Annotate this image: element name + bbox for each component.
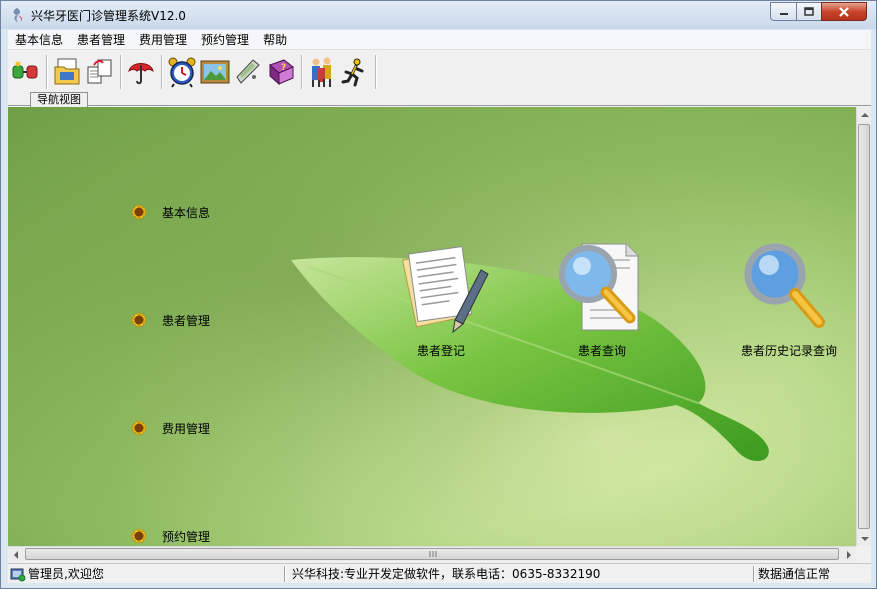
toolbar-users-button[interactable] bbox=[306, 54, 338, 90]
toolbar: ? bbox=[8, 51, 871, 93]
function-label: 患者登记 bbox=[416, 344, 465, 358]
toolbar-connect-button[interactable] bbox=[10, 54, 42, 90]
status-company-panel: 兴华科技:专业开发定做软件，联系电话：0635-8332190 bbox=[292, 566, 600, 582]
status-bar: 管理员,欢迎您 兴华科技:专业开发定做软件，联系电话：0635-8332190 … bbox=[8, 563, 871, 583]
toolbar-separator bbox=[375, 55, 377, 89]
function-patient-register[interactable]: 患者登记 bbox=[393, 240, 489, 359]
title-bar[interactable]: 兴华牙医门诊管理系统V12.0 bbox=[1, 1, 876, 29]
status-connection-text: 数据通信正常 bbox=[758, 567, 831, 581]
toolbar-pda-button[interactable] bbox=[232, 54, 264, 90]
magnifier-icon bbox=[744, 243, 825, 328]
help-book-icon: ? bbox=[269, 59, 294, 86]
nav-label: 基本信息 bbox=[162, 205, 211, 220]
nav-label: 费用管理 bbox=[162, 421, 211, 436]
toolbar-documents-button[interactable] bbox=[84, 54, 116, 90]
maximize-icon bbox=[804, 7, 814, 16]
nav-fee-management[interactable]: 费用管理 bbox=[124, 414, 210, 442]
vertical-scrollbar[interactable] bbox=[856, 107, 871, 546]
status-connection-panel: 数据通信正常 bbox=[758, 566, 830, 582]
sunflower-icon bbox=[131, 528, 147, 544]
menu-help[interactable]: 帮助 bbox=[256, 30, 294, 50]
navigation-view: 基本信息 患者管理 费用管理 预约管理 患者登记 患者查询 患者历史记录查询 bbox=[8, 107, 856, 546]
function-patient-history-query[interactable]: 患者历史记录查询 bbox=[741, 240, 837, 359]
document-pen-icon bbox=[401, 246, 489, 334]
arrow-right-icon bbox=[846, 550, 851, 559]
umbrella-icon bbox=[128, 63, 154, 85]
sunflower-icon bbox=[131, 420, 147, 436]
nav-patient-management[interactable]: 患者管理 bbox=[124, 306, 210, 334]
status-user-text: 管理员,欢迎您 bbox=[28, 567, 104, 581]
documents-icon bbox=[87, 59, 112, 84]
nav-appointment-management[interactable]: 预约管理 bbox=[124, 522, 210, 546]
arrow-down-icon bbox=[860, 536, 869, 541]
client-area: 基本信息 患者管理 费用管理 预约管理 帮助 ? 导航视图 基本信息 患者管理 … bbox=[8, 30, 871, 583]
toolbar-umbrella-button[interactable] bbox=[125, 54, 157, 90]
horizontal-scroll-thumb[interactable] bbox=[25, 548, 839, 560]
function-label: 患者历史记录查询 bbox=[741, 344, 838, 358]
scroll-down-button[interactable] bbox=[857, 531, 872, 546]
toolbar-separator bbox=[301, 55, 303, 89]
view-tab-strip: 导航视图 bbox=[8, 92, 871, 107]
toolbar-separator bbox=[161, 55, 163, 89]
alarm-clock-icon bbox=[168, 57, 196, 88]
app-window: 兴华牙医门诊管理系统V12.0 基本信息 患者管理 费用管理 预约管理 帮助 ?… bbox=[0, 0, 877, 589]
folder-icon bbox=[54, 58, 80, 85]
vertical-scroll-thumb[interactable] bbox=[858, 124, 870, 529]
menu-basic-info[interactable]: 基本信息 bbox=[8, 30, 70, 50]
status-divider bbox=[284, 566, 286, 582]
users-icon bbox=[312, 57, 331, 87]
nav-basic-info[interactable]: 基本信息 bbox=[124, 198, 210, 226]
toolbar-alarm-button[interactable] bbox=[166, 54, 198, 90]
nav-label: 患者管理 bbox=[162, 313, 211, 328]
running-man-icon bbox=[341, 58, 364, 87]
minimize-button[interactable] bbox=[770, 2, 797, 21]
window-title: 兴华牙医门诊管理系统V12.0 bbox=[31, 9, 186, 23]
picture-icon bbox=[200, 60, 230, 84]
minimize-icon bbox=[779, 12, 788, 15]
nav-label: 预约管理 bbox=[162, 529, 211, 544]
close-button[interactable] bbox=[821, 2, 867, 21]
menu-patient-management[interactable]: 患者管理 bbox=[70, 30, 132, 50]
menu-appointment-management[interactable]: 预约管理 bbox=[194, 30, 256, 50]
status-divider bbox=[753, 566, 755, 582]
app-icon bbox=[9, 7, 25, 23]
link-icon bbox=[12, 61, 38, 79]
toolbar-separator bbox=[46, 55, 48, 89]
user-status-icon bbox=[10, 568, 26, 582]
status-user-panel: 管理员,欢迎您 bbox=[10, 566, 104, 582]
scroll-corner bbox=[856, 546, 871, 561]
toolbar-folder-button[interactable] bbox=[51, 54, 83, 90]
svg-text:?: ? bbox=[281, 63, 286, 73]
menu-fee-management[interactable]: 费用管理 bbox=[132, 30, 194, 50]
toolbar-picture-button[interactable] bbox=[199, 54, 231, 90]
scroll-right-button[interactable] bbox=[841, 547, 856, 562]
maximize-button[interactable] bbox=[796, 2, 822, 21]
function-patient-query[interactable]: 患者查询 bbox=[554, 240, 650, 359]
horizontal-scrollbar[interactable] bbox=[8, 546, 856, 561]
arrow-left-icon bbox=[13, 550, 18, 559]
toolbar-separator bbox=[120, 55, 122, 89]
tab-navigation-view[interactable]: 导航视图 bbox=[30, 92, 88, 107]
scroll-up-button[interactable] bbox=[857, 107, 872, 122]
arrow-up-icon bbox=[860, 112, 869, 117]
toolbar-exit-button[interactable] bbox=[339, 54, 371, 90]
magnifier-document-icon bbox=[559, 243, 639, 331]
toolbar-help-button[interactable]: ? bbox=[265, 54, 297, 90]
grip-icon bbox=[429, 551, 437, 557]
pda-icon bbox=[236, 59, 260, 84]
menu-bar: 基本信息 患者管理 费用管理 预约管理 帮助 bbox=[8, 30, 871, 50]
function-label: 患者查询 bbox=[577, 344, 626, 358]
scroll-left-button[interactable] bbox=[8, 547, 23, 562]
close-icon bbox=[839, 6, 849, 17]
sunflower-icon bbox=[131, 312, 147, 328]
sunflower-icon bbox=[131, 204, 147, 220]
status-company-text: 兴华科技:专业开发定做软件，联系电话：0635-8332190 bbox=[292, 567, 601, 581]
